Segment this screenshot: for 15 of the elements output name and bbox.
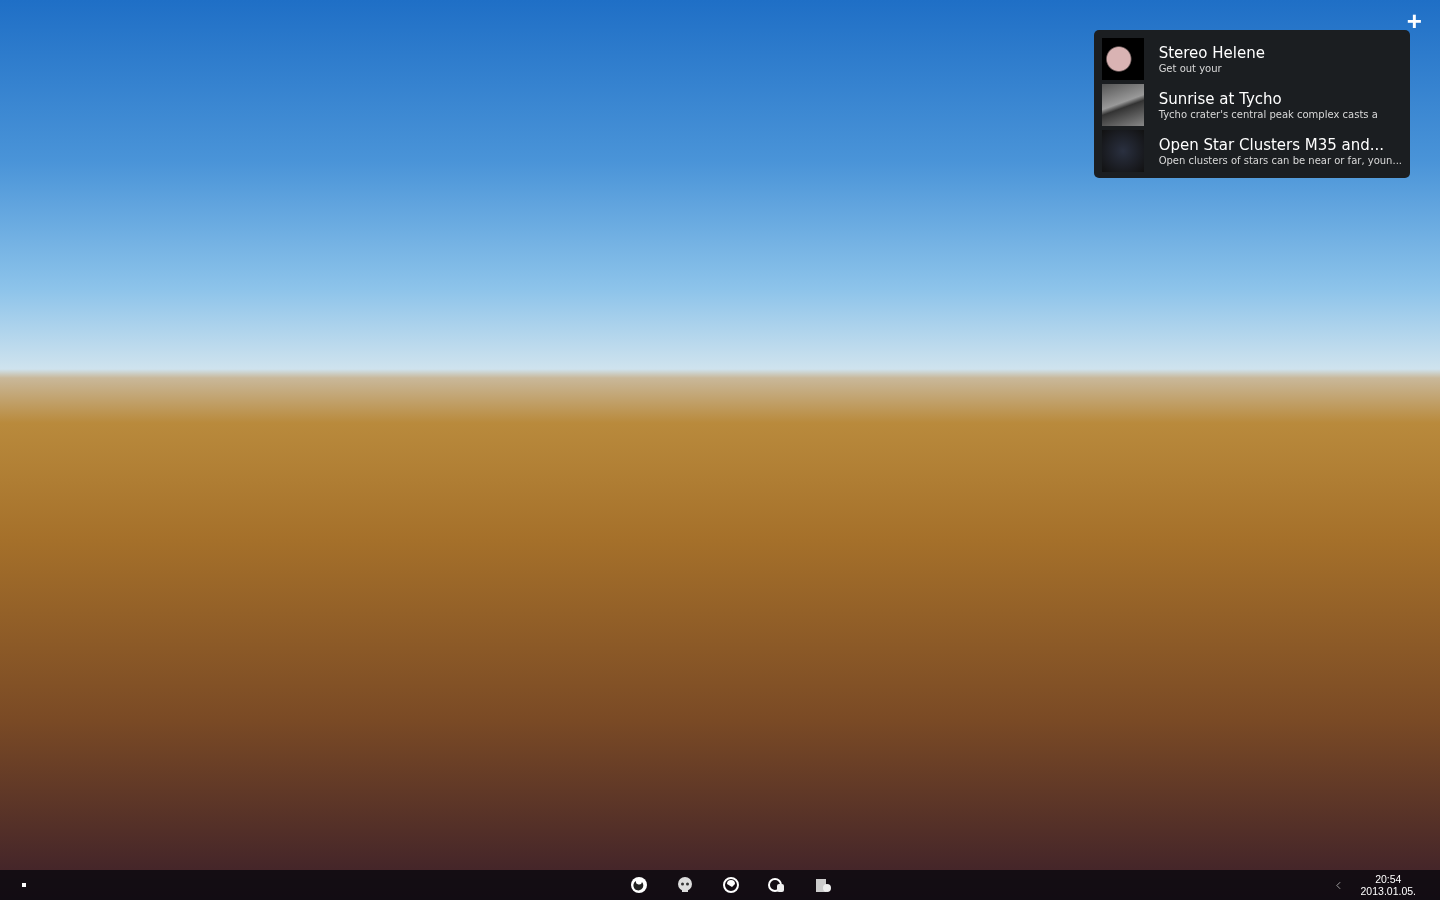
- item-title[interactable]: Open Star Clusters M35 and...: [1158, 135, 1402, 154]
- photo-placeholder: [1101, 84, 1144, 126]
- item-description: Tycho crater's central peak complex casts a: [1158, 107, 1378, 121]
- item-title[interactable]: Stereo Helene: [1158, 43, 1265, 62]
- face-icon[interactable]: [676, 876, 694, 894]
- clock-date: 2013.01.05.: [1360, 885, 1416, 897]
- item-description: Get out your: [1158, 61, 1223, 75]
- item-title[interactable]: Sunrise at Tycho: [1158, 89, 1378, 108]
- photo-placeholder: [1101, 130, 1144, 172]
- chevron-left-icon[interactable]: [1335, 881, 1341, 889]
- item-description: Open clusters of stars can be near or far, youn...: [1158, 153, 1402, 167]
- ring-icon[interactable]: [722, 876, 740, 894]
- clock-time: 20:54: [1375, 873, 1402, 885]
- add-button[interactable]: +: [1398, 8, 1430, 34]
- photo-placeholder: [1101, 38, 1144, 80]
